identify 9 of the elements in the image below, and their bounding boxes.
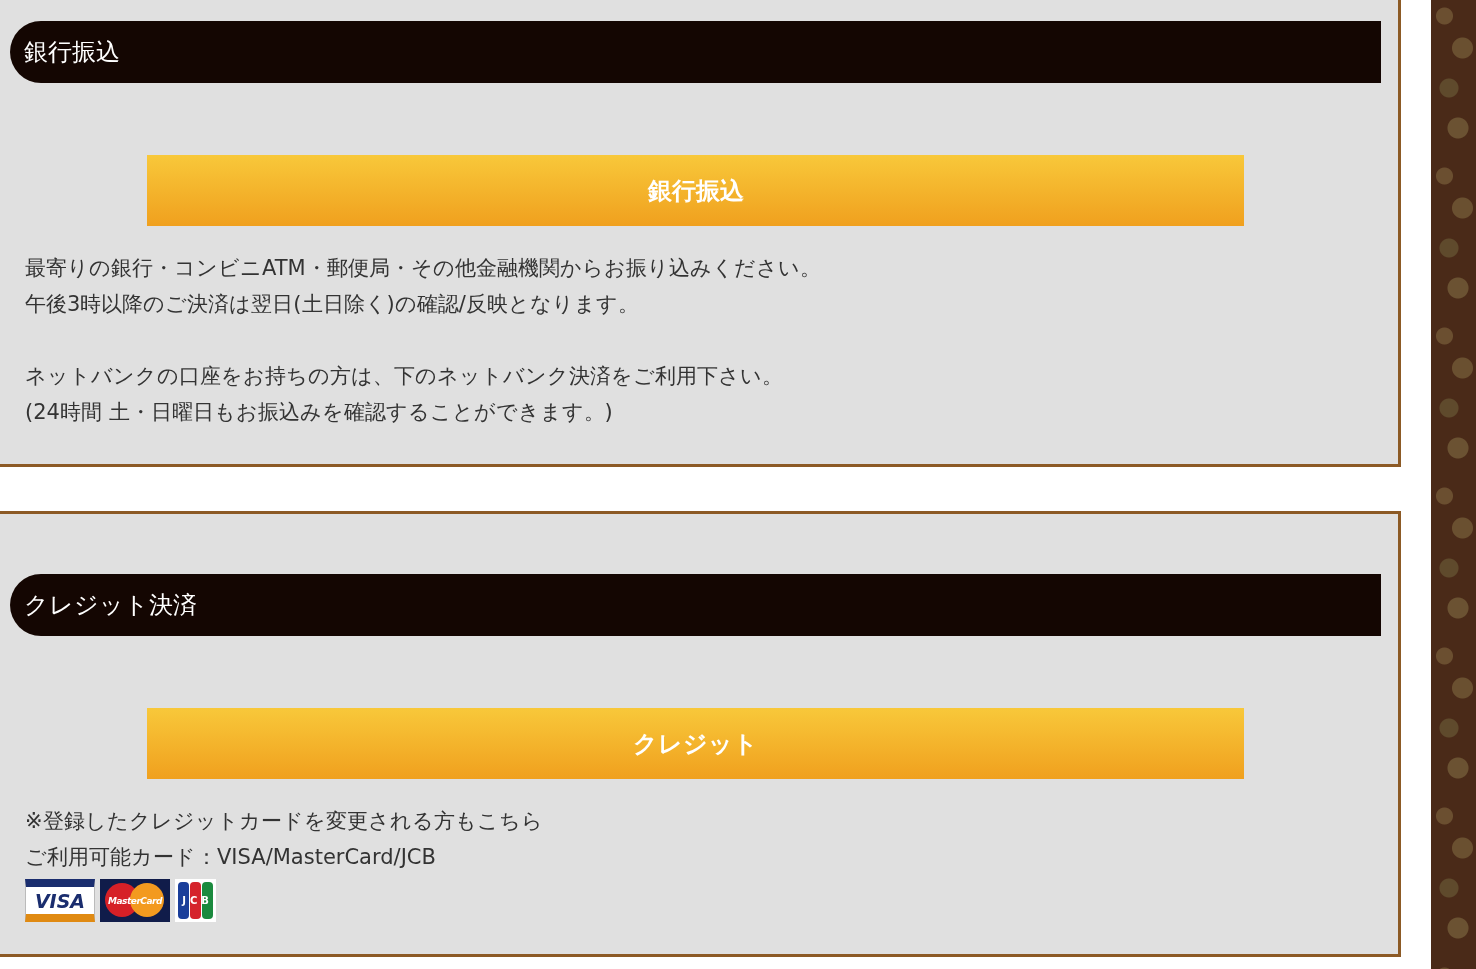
note-text: ネットバンクの口座をお持ちの方は、下のネットバンク決済をご利用下さい。 (24時間 土・日曜日もお振込みを確認することができます。) [25, 363, 784, 426]
section-header: クレジット決済 [10, 574, 1381, 636]
visa-logo: VISA [25, 879, 95, 922]
payment-button[interactable]: クレジット [147, 708, 1244, 779]
note-text: 最寄りの銀行・コンビニATM・郵便局・その他金融機関からお振り込みください。 午後3時以降のご決済は翌日(土日除く)の確認/反映となります。 [25, 255, 822, 318]
section-header: 銀行振込 [10, 21, 1381, 83]
note-text: ※登録したクレジットカードを変更される方もこちら ご利用可能カード：VISA/MasterCard/JCB [25, 808, 544, 871]
mastercard-logo: MasterCard [100, 879, 170, 922]
payment-button[interactable]: 銀行振込 [147, 155, 1244, 226]
